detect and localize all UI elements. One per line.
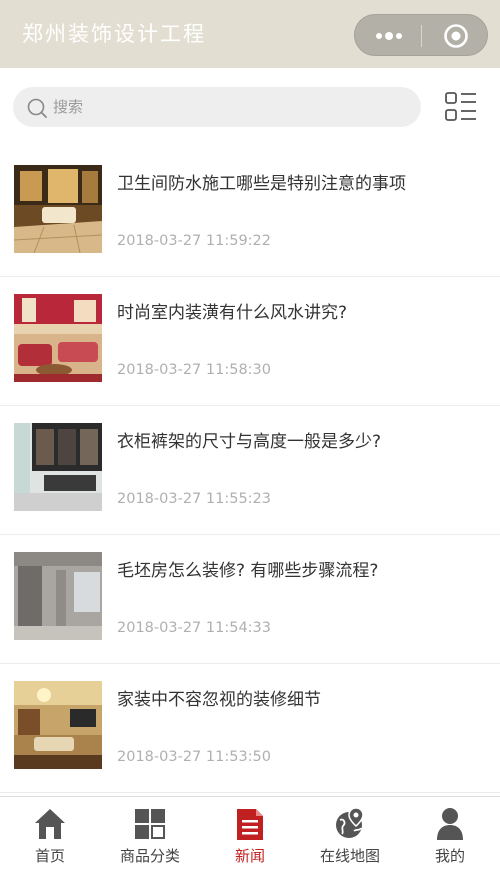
more-options-icon[interactable]	[373, 30, 405, 42]
bottom-tab-bar: 首页 商品分类 新闻 在线地图 我的	[0, 796, 500, 870]
news-title[interactable]: 衣柜裤架的尺寸与高度一般是多少?	[117, 427, 381, 452]
news-item[interactable]: 家装中不容忽视的装修细节 2018-03-27 11:53:50	[0, 664, 500, 793]
user-icon	[437, 808, 463, 840]
search-placeholder: 搜索	[53, 98, 84, 116]
news-thumbnail	[14, 681, 102, 769]
tab-home[interactable]: 首页	[0, 797, 100, 871]
search-icon	[27, 98, 47, 118]
news-date: 2018-03-27 11:58:30	[117, 362, 271, 378]
news-item[interactable]: 时尚室内装潢有什么风水讲究? 2018-03-27 11:58:30	[0, 277, 500, 406]
map-pin-globe-icon	[336, 807, 364, 838]
news-date: 2018-03-27 11:54:33	[117, 620, 271, 636]
tab-label: 我的	[434, 847, 465, 865]
news-thumbnail	[14, 423, 102, 511]
news-document-icon	[237, 809, 263, 840]
news-item[interactable]: 衣柜裤架的尺寸与高度一般是多少? 2018-03-27 11:55:23	[0, 406, 500, 535]
page-title: 郑州装饰设计工程	[22, 22, 206, 46]
news-title[interactable]: 家装中不容忽视的装修细节	[117, 685, 321, 710]
news-thumbnail	[14, 552, 102, 640]
category-grid-icon	[135, 809, 165, 839]
news-list: 卫生间防水施工哪些是特别注意的事项 2018-03-27 11:59:22 时尚…	[0, 148, 500, 793]
list-view-toggle-icon[interactable]	[444, 90, 478, 124]
tab-label: 首页	[34, 847, 65, 865]
tab-news[interactable]: 新闻	[200, 797, 300, 871]
news-item[interactable]: 毛坯房怎么装修? 有哪些步骤流程? 2018-03-27 11:54:33	[0, 535, 500, 664]
news-thumbnail	[14, 294, 102, 382]
news-date: 2018-03-27 11:53:50	[117, 749, 271, 765]
news-title[interactable]: 时尚室内装潢有什么风水讲究?	[117, 298, 347, 323]
home-icon	[35, 809, 65, 839]
tab-label: 在线地图	[319, 847, 380, 865]
search-input[interactable]: 搜索	[13, 87, 421, 127]
news-date: 2018-03-27 11:55:23	[117, 491, 271, 507]
news-title[interactable]: 卫生间防水施工哪些是特别注意的事项	[117, 169, 406, 194]
news-thumbnail	[14, 165, 102, 253]
tab-profile[interactable]: 我的	[400, 797, 500, 871]
close-program-icon[interactable]	[443, 23, 469, 49]
capsule-divider	[421, 25, 422, 47]
news-date: 2018-03-27 11:59:22	[117, 233, 271, 249]
mini-program-capsule	[354, 14, 488, 56]
tab-map[interactable]: 在线地图	[300, 797, 400, 871]
tab-label: 商品分类	[119, 847, 180, 865]
tab-label: 新闻	[234, 847, 265, 865]
news-title[interactable]: 毛坯房怎么装修? 有哪些步骤流程?	[117, 556, 378, 581]
tab-category[interactable]: 商品分类	[100, 797, 200, 871]
news-item[interactable]: 卫生间防水施工哪些是特别注意的事项 2018-03-27 11:59:22	[0, 148, 500, 277]
app-header: 郑州装饰设计工程	[0, 0, 500, 68]
search-area: 搜索	[0, 68, 500, 148]
